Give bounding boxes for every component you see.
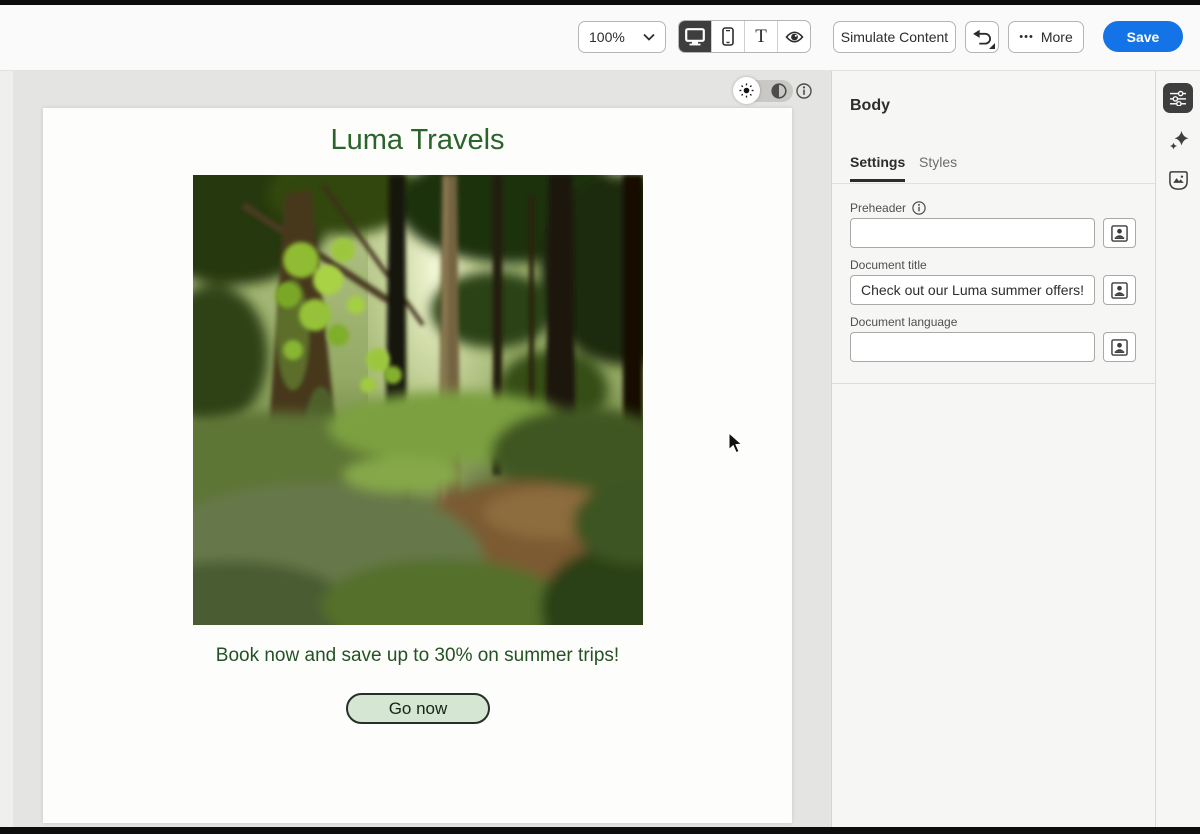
ellipsis-icon: •••	[1019, 31, 1034, 43]
contrast-icon[interactable]	[771, 83, 787, 99]
document-title-label: Document title	[850, 258, 927, 272]
document-language-input[interactable]	[850, 332, 1095, 362]
rail-assets-button[interactable]	[1166, 168, 1191, 193]
person-badge-icon	[1111, 281, 1128, 299]
person-badge-icon	[1111, 224, 1128, 242]
email-heading[interactable]: Luma Travels	[43, 124, 792, 157]
document-language-label: Document language	[850, 315, 958, 329]
theme-light-option[interactable]	[733, 77, 760, 104]
email-document[interactable]: Luma Travels Book now and save up to 30%…	[43, 108, 792, 823]
canvas: Luma Travels Book now and save up to 30%…	[0, 71, 831, 827]
rail-settings-button[interactable]	[1163, 83, 1193, 113]
document-title-input[interactable]	[850, 275, 1095, 305]
document-language-personalization-button[interactable]	[1103, 332, 1136, 362]
undo-button[interactable]	[965, 21, 999, 53]
sparkles-icon	[1169, 130, 1188, 149]
tab-styles[interactable]: Styles	[919, 154, 957, 179]
mouse-cursor	[728, 432, 743, 454]
asset-badge-icon	[1169, 171, 1188, 190]
info-icon[interactable]	[796, 83, 812, 99]
tabs-divider	[832, 183, 1156, 184]
zoom-value: 100%	[589, 29, 625, 45]
desktop-view-button[interactable]	[679, 21, 712, 52]
zoom-select[interactable]: 100%	[578, 21, 666, 53]
canvas-left-strip	[0, 71, 13, 827]
toolbar: 100% T Simulate Content ••• More Save	[0, 5, 1200, 71]
dropdown-corner-icon	[989, 43, 995, 49]
person-badge-icon	[1111, 338, 1128, 356]
preheader-label: Preheader	[850, 201, 926, 215]
forest-image[interactable]	[193, 175, 643, 625]
desktop-monitor-icon	[685, 27, 705, 45]
simulate-content-button[interactable]: Simulate Content	[833, 21, 956, 53]
device-toggle-group: T	[678, 20, 811, 53]
text-T-icon: T	[755, 25, 767, 47]
email-cta-button[interactable]: Go now	[346, 693, 490, 724]
document-title-personalization-button[interactable]	[1103, 275, 1136, 305]
preheader-personalization-button[interactable]	[1103, 218, 1136, 248]
right-rail	[1155, 71, 1200, 827]
fields-divider	[832, 383, 1156, 384]
theme-toggle[interactable]	[733, 77, 793, 104]
mobile-phone-icon	[722, 27, 734, 46]
text-view-button[interactable]: T	[745, 21, 778, 52]
settings-panel: Body Settings Styles Preheader Document …	[831, 71, 1156, 827]
eye-icon	[784, 30, 804, 43]
email-body-text[interactable]: Book now and save up to 30% on summer tr…	[43, 645, 792, 667]
more-button[interactable]: ••• More	[1008, 21, 1084, 53]
chevron-down-icon	[643, 33, 655, 41]
preview-button[interactable]	[778, 21, 810, 52]
panel-title: Body	[850, 97, 890, 114]
save-button[interactable]: Save	[1103, 21, 1183, 52]
preheader-input[interactable]	[850, 218, 1095, 248]
info-icon[interactable]	[912, 201, 926, 215]
rail-ai-assistant-button[interactable]	[1166, 128, 1191, 153]
bottom-black-bar	[0, 827, 1200, 834]
sun-icon	[739, 83, 754, 98]
sliders-icon	[1170, 90, 1186, 106]
mobile-view-button[interactable]	[712, 21, 745, 52]
tab-settings[interactable]: Settings	[850, 154, 906, 182]
